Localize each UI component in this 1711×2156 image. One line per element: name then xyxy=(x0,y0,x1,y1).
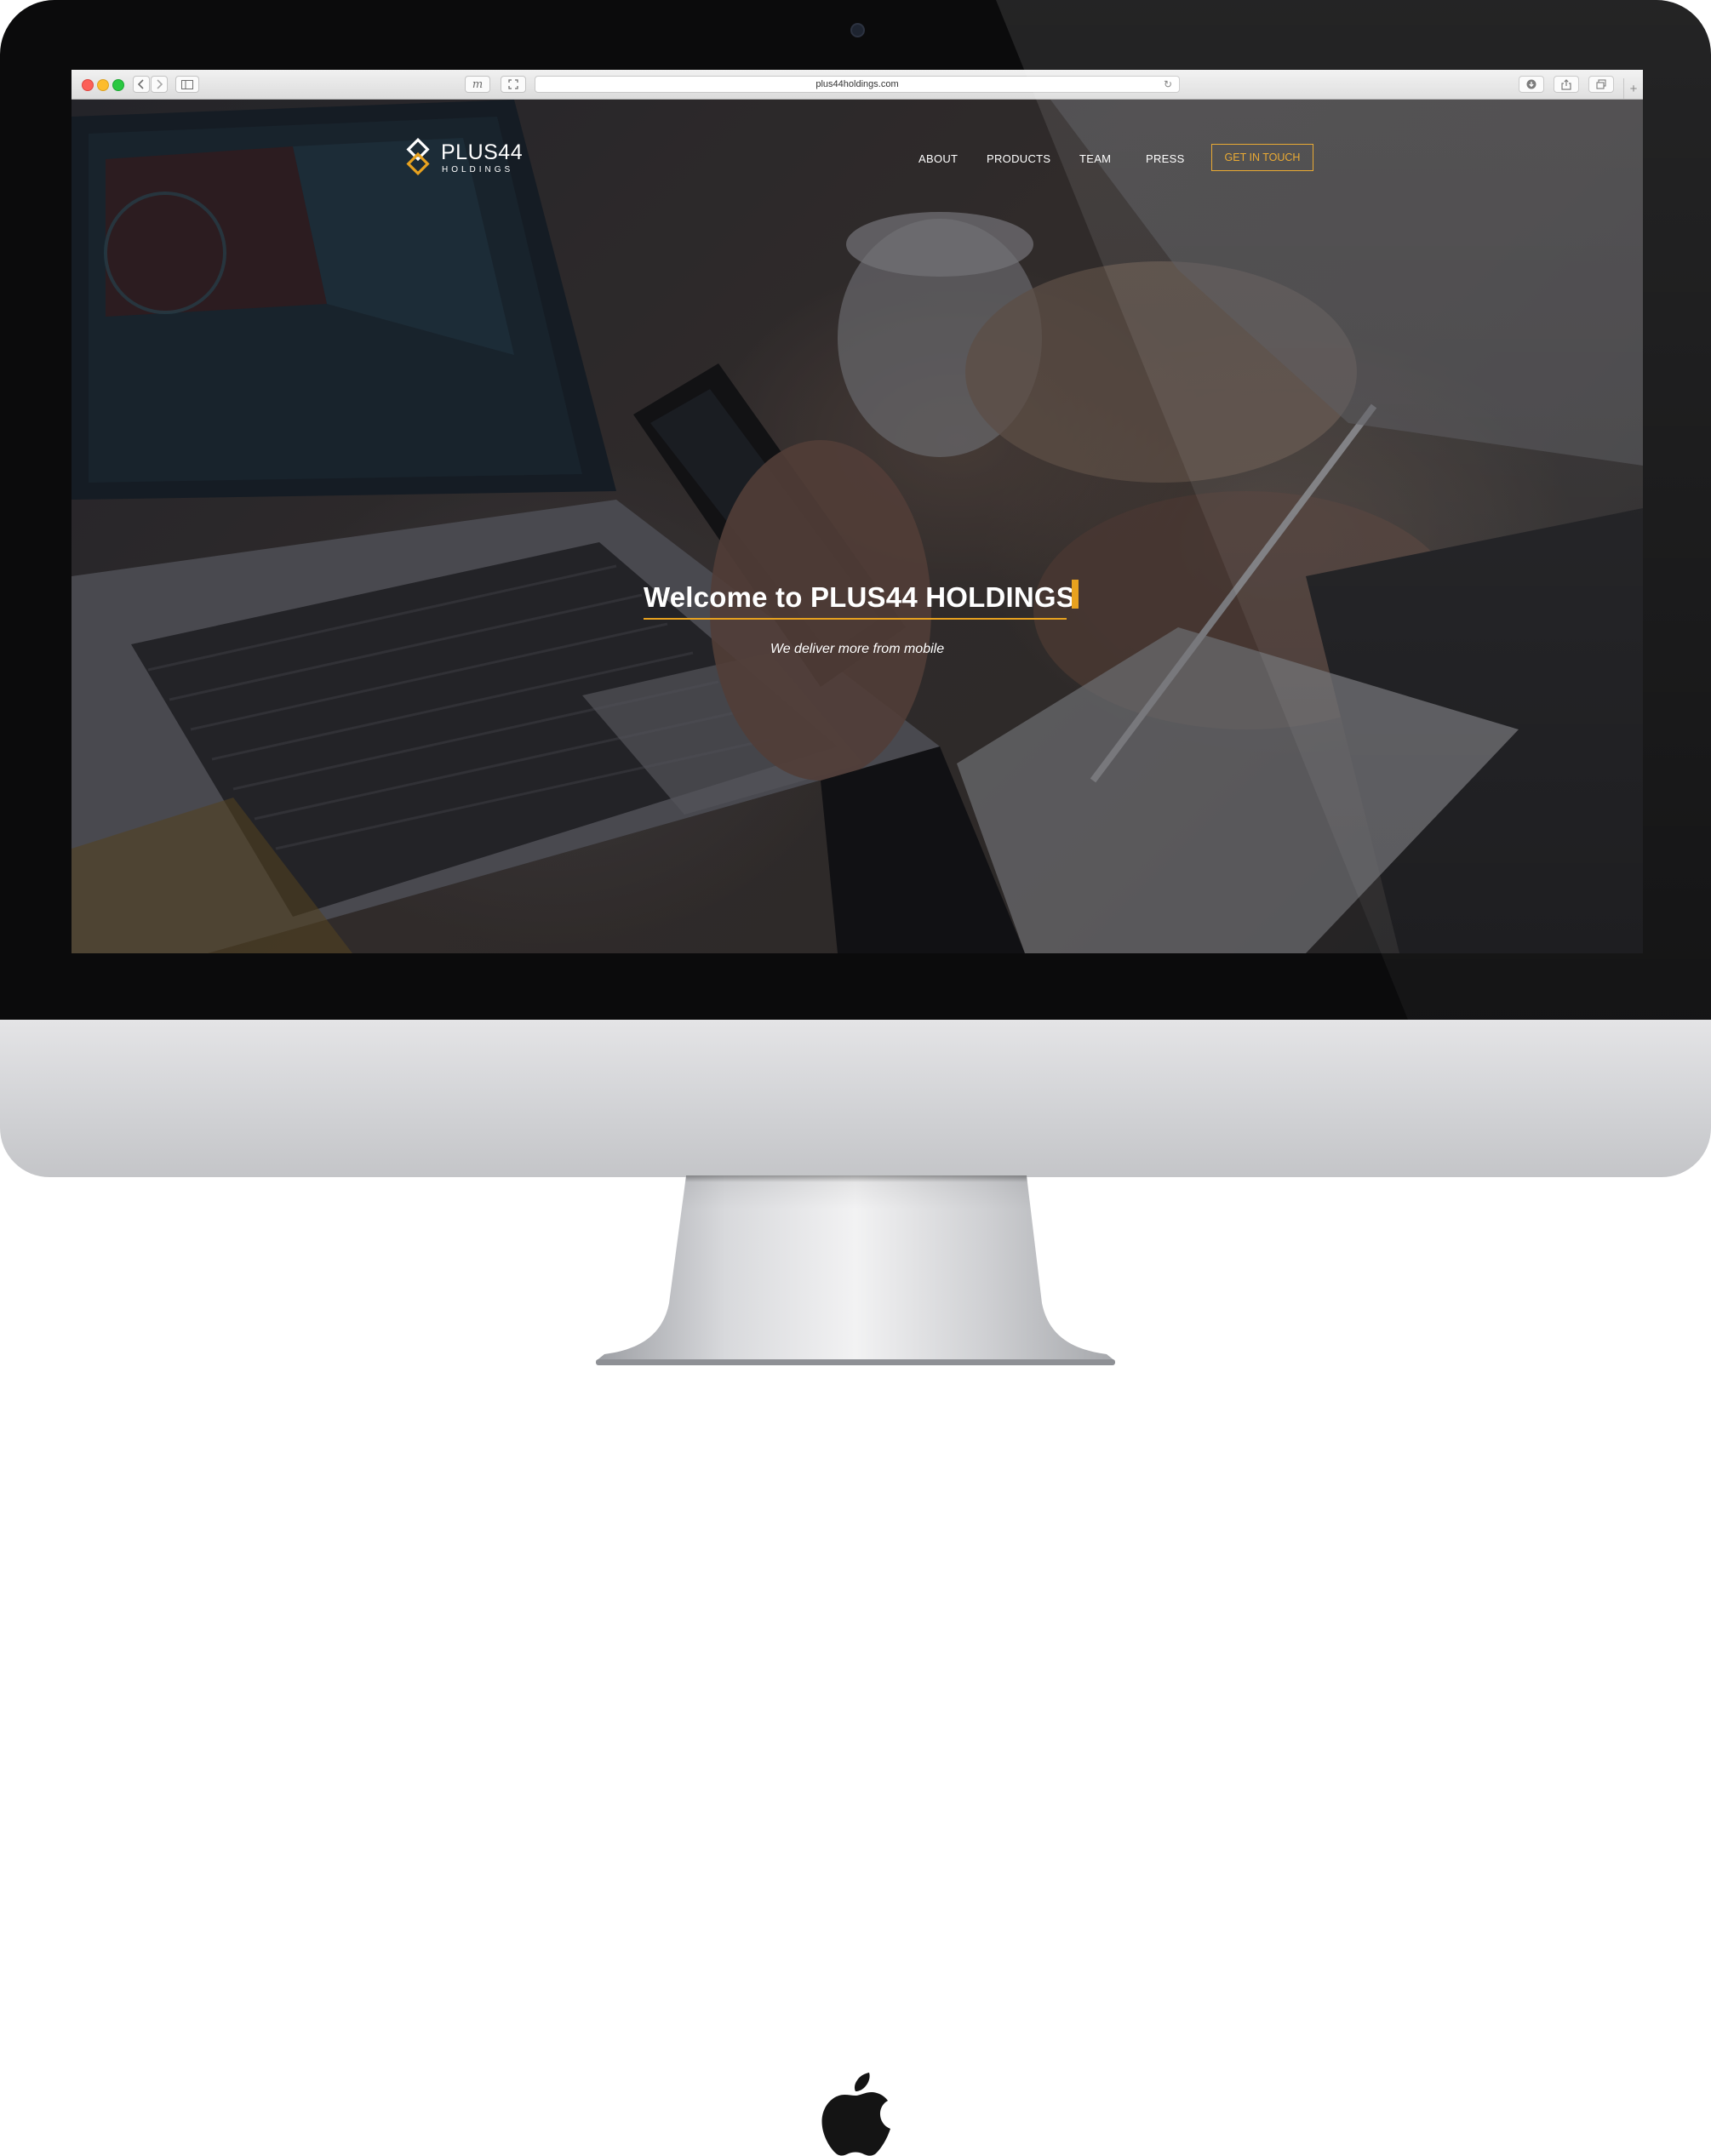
close-window-button[interactable] xyxy=(82,79,94,91)
share-button[interactable] xyxy=(1554,76,1579,93)
imac-bezel: m plus44holdings.com ↻ + PLUS44 HOLDINGS… xyxy=(0,0,1711,1021)
imac-stand xyxy=(596,1175,1115,1365)
logo-name: PLUS44 xyxy=(441,140,524,164)
downloads-button[interactable] xyxy=(1519,76,1544,93)
tabs-overview-icon xyxy=(1596,79,1606,89)
share-icon xyxy=(1561,78,1571,90)
logo-subtitle: HOLDINGS xyxy=(442,165,514,174)
m-extension-icon[interactable]: m xyxy=(465,76,490,93)
plus-icon[interactable]: + xyxy=(1623,78,1643,99)
nav-products[interactable]: PRODUCTS xyxy=(987,152,1050,165)
download-icon xyxy=(1526,79,1536,89)
zoom-window-button[interactable] xyxy=(112,79,124,91)
chevron-left-icon xyxy=(137,79,144,89)
camera-icon xyxy=(850,23,865,37)
apple-logo-icon xyxy=(821,2073,890,2156)
browser-window: m plus44holdings.com ↻ + PLUS44 HOLDINGS… xyxy=(72,70,1643,953)
typing-cursor xyxy=(1072,580,1079,609)
hero-tagline: We deliver more from mobile xyxy=(770,642,945,656)
hero-title: Welcome to PLUS44 HOLDINGS xyxy=(644,581,1076,613)
back-button[interactable] xyxy=(133,76,150,93)
nav-about[interactable]: ABOUT xyxy=(918,152,958,165)
minimize-window-button[interactable] xyxy=(97,79,109,91)
site-logo[interactable]: PLUS44 HOLDINGS xyxy=(398,137,535,180)
hero-dark-overlay xyxy=(72,100,1643,953)
url-text: plus44holdings.com xyxy=(815,79,899,89)
sidebar-icon xyxy=(181,79,193,89)
chevron-right-icon xyxy=(157,79,163,89)
get-in-touch-button[interactable]: GET IN TOUCH xyxy=(1211,144,1313,171)
forward-button[interactable] xyxy=(151,76,168,93)
reload-icon[interactable]: ↻ xyxy=(1164,78,1172,90)
nav-press[interactable]: PRESS xyxy=(1146,152,1185,165)
nav-team[interactable]: TEAM xyxy=(1079,152,1111,165)
plus44-logo-icon xyxy=(406,137,430,176)
address-bar[interactable]: plus44holdings.com ↻ xyxy=(535,76,1180,93)
fullscreen-button[interactable] xyxy=(501,76,526,93)
tabs-overview-button[interactable] xyxy=(1588,76,1614,93)
imac-chin xyxy=(0,1020,1711,2156)
browser-toolbar: m plus44holdings.com ↻ + xyxy=(72,70,1643,100)
hero-title-underline xyxy=(644,618,1067,620)
expand-icon xyxy=(508,79,518,89)
hero-section: PLUS44 HOLDINGS ABOUT PRODUCTS TEAM PRES… xyxy=(72,100,1643,953)
sidebar-button[interactable] xyxy=(175,76,199,93)
